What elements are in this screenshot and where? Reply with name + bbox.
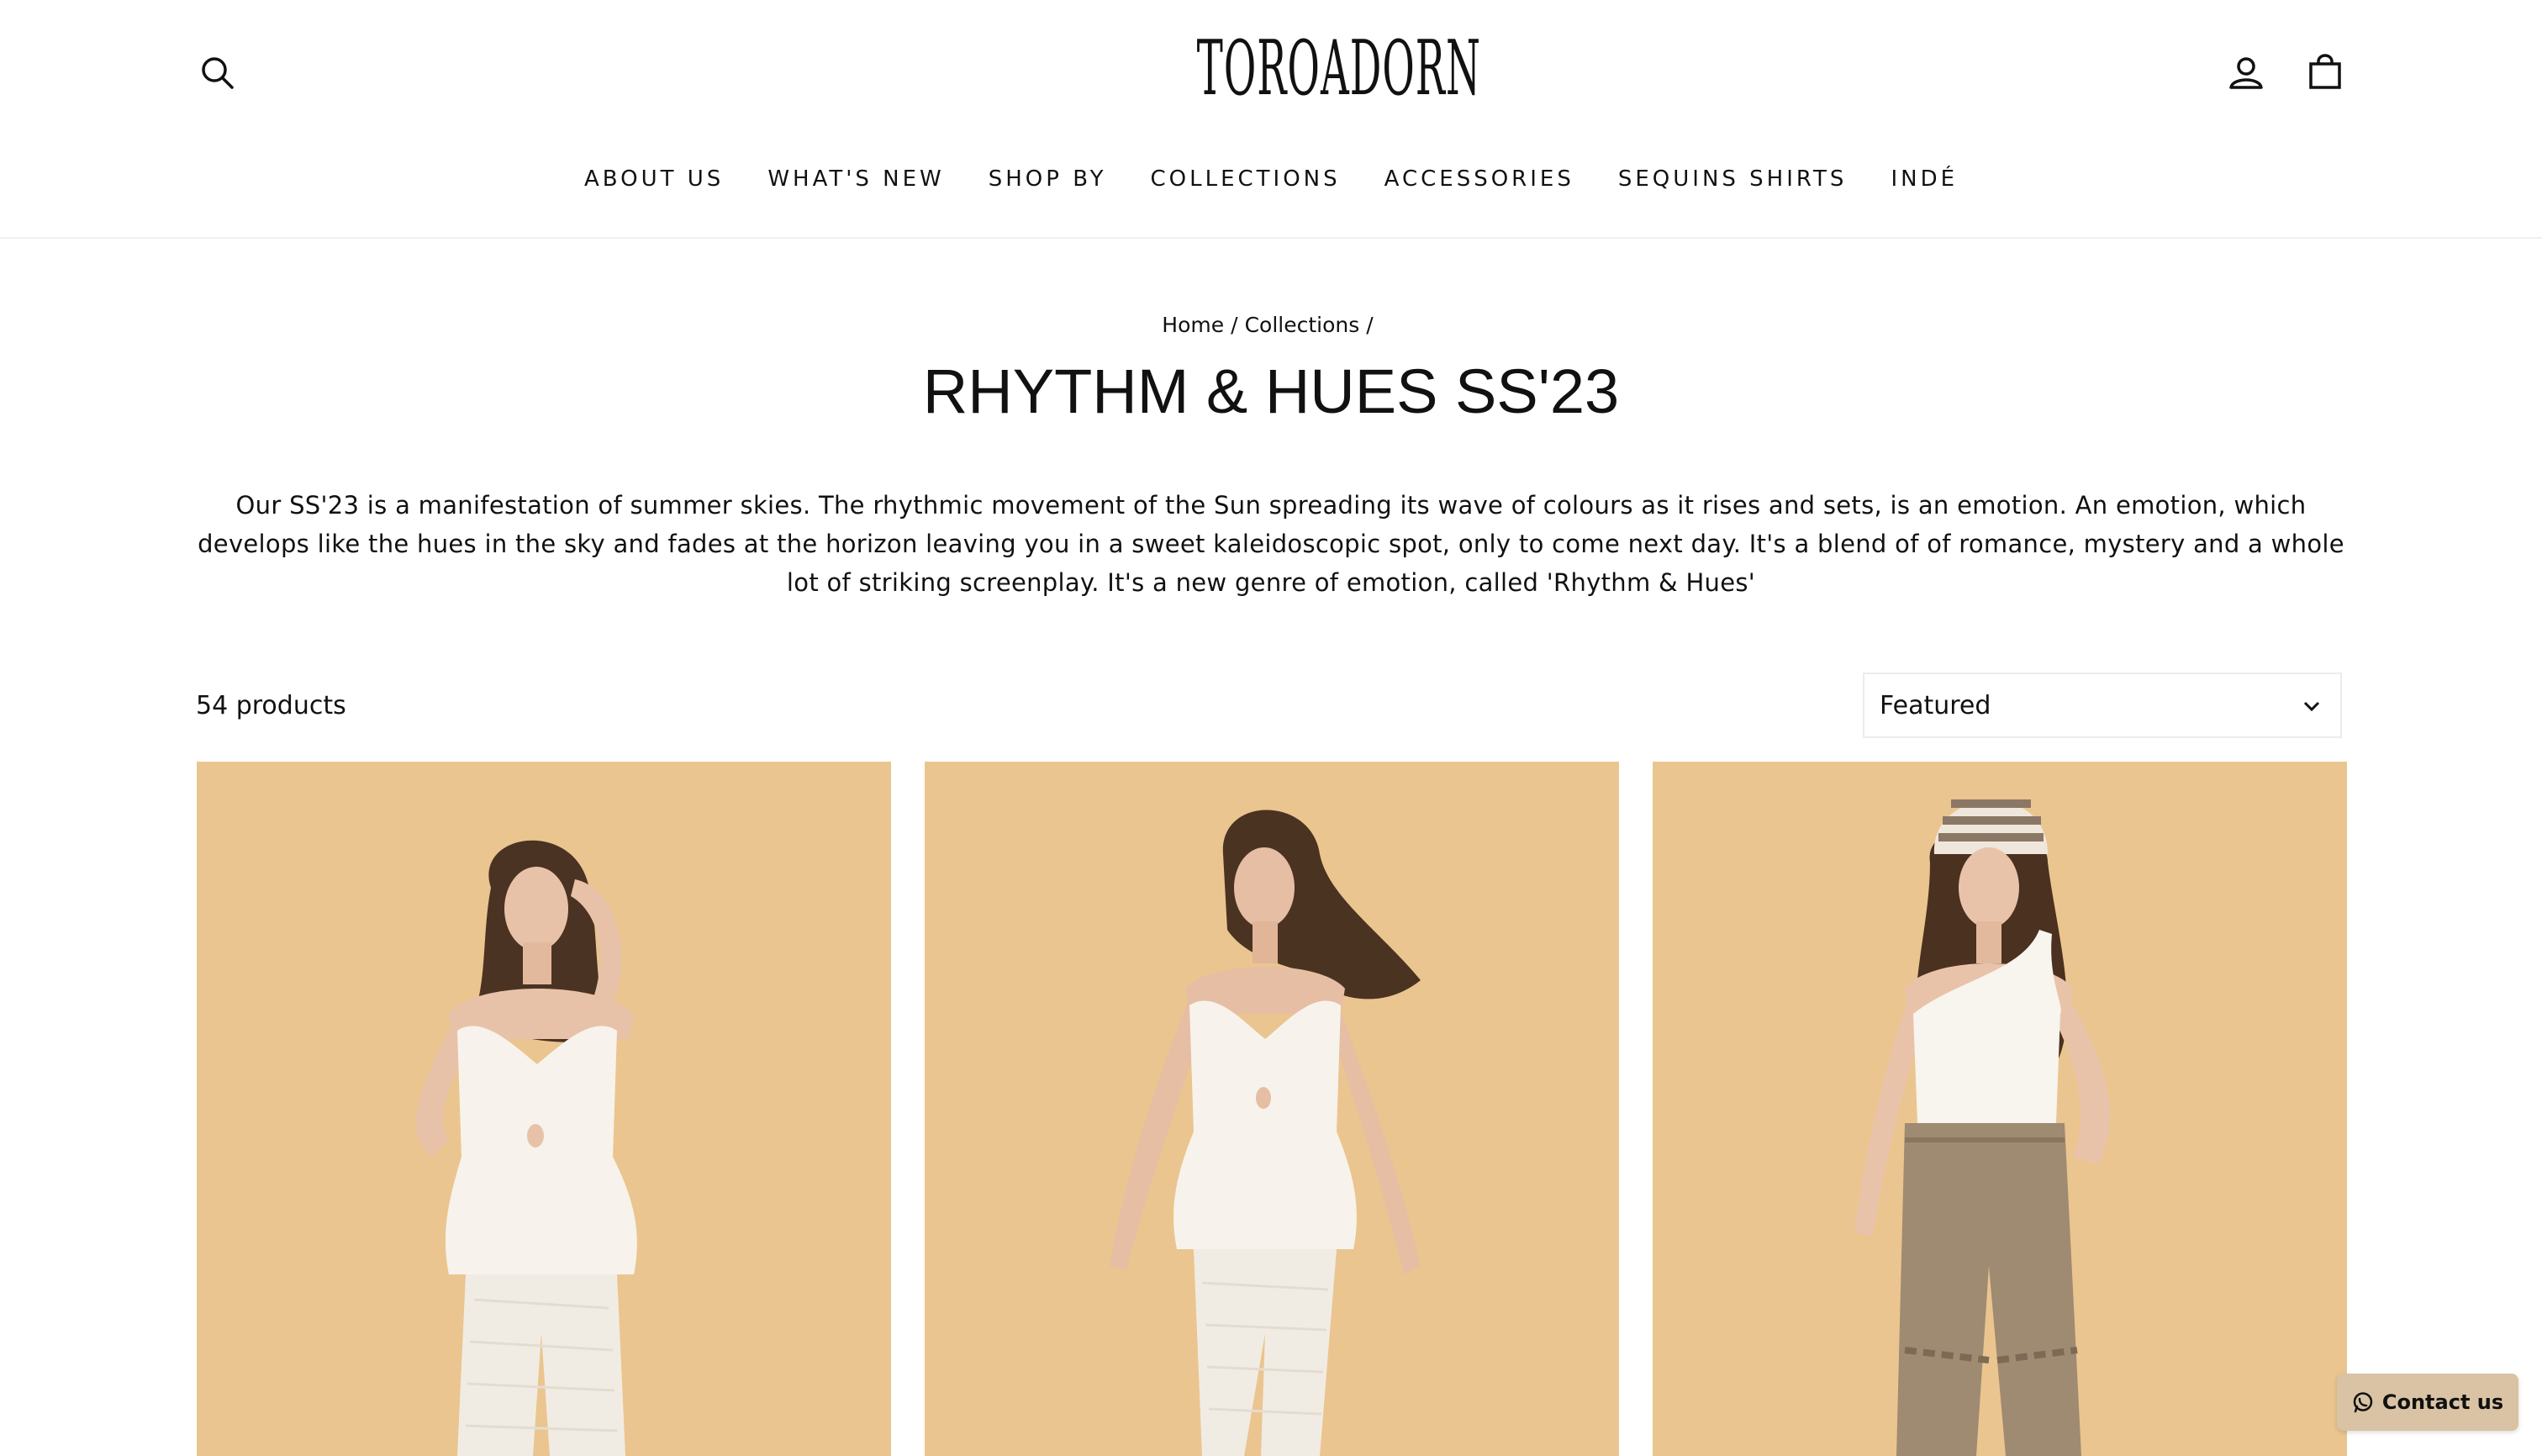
account-button[interactable]: [2223, 49, 2270, 96]
whatsapp-icon: [2353, 1392, 2373, 1413]
breadcrumb-home[interactable]: Home: [1162, 313, 1224, 337]
product-card-1[interactable]: [197, 762, 891, 1456]
nav-inde[interactable]: INDÉ: [1891, 160, 1958, 198]
nav-collections[interactable]: COLLECTIONS: [1151, 160, 1341, 198]
nav-whats-new[interactable]: WHAT'S NEW: [767, 160, 944, 198]
nav-shop-by[interactable]: SHOP BY: [989, 160, 1107, 198]
nav-about-us[interactable]: ABOUT US: [584, 160, 724, 198]
contact-us-label: Contact us: [2381, 1390, 2504, 1414]
product-card-3[interactable]: [1653, 762, 2347, 1456]
product-count: 54 products: [196, 691, 346, 720]
sort-selected-value: Featured: [1880, 690, 1991, 720]
bag-icon: [2309, 54, 2341, 89]
product-card-2[interactable]: [925, 762, 1619, 1456]
brand-logo[interactable]: TOROADORN: [1197, 25, 1480, 113]
page-title: RHYTHM & HUES SS'23: [922, 356, 1620, 426]
search-button[interactable]: [195, 50, 240, 96]
nav-accessories[interactable]: ACCESSORIES: [1384, 160, 1574, 198]
nav-sequins-shirts[interactable]: SEQUINS SHIRTS: [1618, 160, 1848, 198]
product-image: [197, 762, 891, 1456]
cart-button[interactable]: [2302, 49, 2349, 96]
site-header: TOROADORN ABOUT US WHAT'S NEW SHOP BY CO…: [0, 0, 2542, 239]
search-icon: [202, 57, 234, 89]
product-image: [1653, 762, 2347, 1456]
collection-description: Our SS'23 is a manifestation of summer s…: [198, 491, 2344, 597]
user-icon: [2229, 57, 2263, 89]
sort-select[interactable]: Featured: [1863, 673, 2342, 738]
chevron-down-icon: [2303, 701, 2320, 712]
breadcrumb-collections[interactable]: Collections: [1245, 313, 1360, 337]
product-image: [925, 762, 1619, 1456]
contact-us-button[interactable]: Contact us: [2337, 1374, 2518, 1431]
breadcrumb-separator: /: [1366, 313, 1374, 337]
breadcrumb: Home / Collections /: [0, 313, 2542, 337]
breadcrumb-separator: /: [1231, 313, 1238, 337]
main-nav: ABOUT US WHAT'S NEW SHOP BY COLLECTIONS …: [0, 160, 2542, 198]
